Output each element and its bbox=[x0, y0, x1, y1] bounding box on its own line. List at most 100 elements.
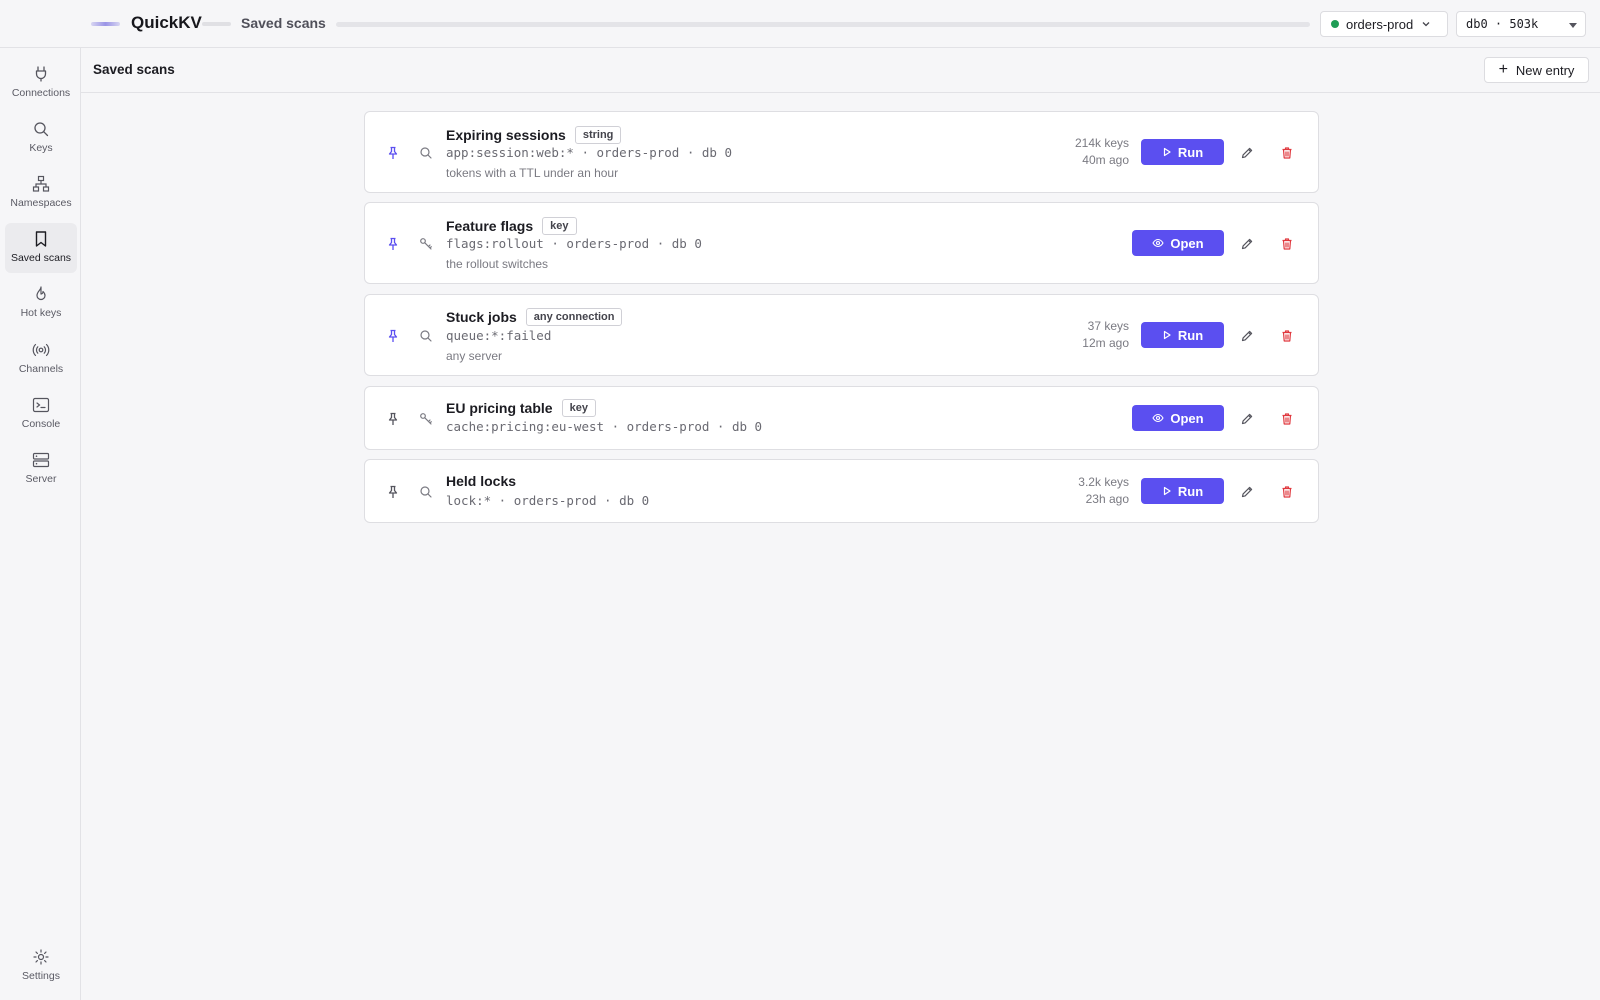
top-bar: QuickKV Saved scans orders-prod db0 · 50… bbox=[0, 0, 1600, 48]
saved-scan-card[interactable]: Stuck jobs any connection queue:*:failed… bbox=[364, 294, 1319, 376]
scan-title-row: Stuck jobs any connection bbox=[446, 308, 623, 326]
sidebar-item-label: Namespaces bbox=[10, 197, 72, 209]
scan-title: Feature flags bbox=[446, 218, 534, 234]
sidebar-item-label: Server bbox=[25, 473, 57, 485]
key-icon bbox=[420, 413, 432, 425]
top-progress-track bbox=[336, 22, 1310, 27]
type-badge: key bbox=[561, 399, 596, 417]
last-run: 40m ago bbox=[1082, 153, 1129, 167]
run-button[interactable]: Run bbox=[1141, 322, 1224, 348]
trash-icon[interactable] bbox=[1280, 485, 1294, 499]
saved-scan-card[interactable]: Expiring sessions string app:session:web… bbox=[364, 111, 1319, 193]
scan-stats: 214k keys 40m ago bbox=[1075, 135, 1129, 169]
play-icon bbox=[1163, 147, 1171, 157]
open-button[interactable]: Open bbox=[1132, 230, 1224, 256]
bookmark-icon bbox=[35, 231, 47, 247]
scan-title: Stuck jobs bbox=[446, 309, 517, 325]
sidebar-item-label: Channels bbox=[18, 363, 64, 375]
scan-note: any server bbox=[446, 349, 503, 363]
new-entry-button[interactable]: + New entry bbox=[1484, 57, 1589, 83]
scan-pattern: app:session:web:* · orders-prod · db 0 bbox=[446, 145, 732, 160]
plus-icon: + bbox=[1498, 61, 1508, 78]
connection-badge: any connection bbox=[525, 308, 623, 326]
trash-icon[interactable] bbox=[1280, 146, 1294, 160]
gear-icon bbox=[33, 949, 49, 965]
run-label: Run bbox=[1177, 144, 1204, 160]
run-label: Run bbox=[1177, 483, 1204, 499]
search-icon bbox=[420, 147, 432, 159]
sidebar: Connections Keys Namespaces Saved scans … bbox=[0, 48, 81, 1000]
pencil-icon[interactable] bbox=[1240, 412, 1254, 426]
sidebar-item-settings[interactable]: Settings bbox=[5, 948, 77, 988]
chevron-down-icon bbox=[1422, 22, 1430, 27]
search-icon bbox=[34, 122, 49, 137]
database-selector[interactable]: db0 · 503k bbox=[1456, 11, 1586, 37]
breadcrumb-separator bbox=[202, 22, 231, 26]
sidebar-item-channels[interactable]: Channels bbox=[5, 334, 77, 384]
scan-title-row: Held locks bbox=[446, 473, 516, 489]
saved-scan-card[interactable]: Feature flags key flags:rollout · orders… bbox=[364, 202, 1319, 284]
connection-status-dot bbox=[1331, 20, 1339, 28]
connection-name: orders-prod bbox=[1346, 16, 1414, 32]
sidebar-item-label: Keys bbox=[29, 142, 53, 154]
scan-title: EU pricing table bbox=[446, 400, 553, 416]
sidebar-item-console[interactable]: Console bbox=[5, 389, 77, 439]
scan-title: Expiring sessions bbox=[446, 127, 566, 143]
pin-icon[interactable] bbox=[386, 237, 400, 251]
play-icon bbox=[1163, 486, 1171, 496]
brand-accent-bar bbox=[91, 22, 120, 26]
server-icon bbox=[32, 452, 50, 468]
pin-icon[interactable] bbox=[386, 485, 400, 499]
connection-selector[interactable]: orders-prod bbox=[1320, 11, 1448, 37]
sidebar-item-server[interactable]: Server bbox=[5, 444, 77, 494]
pencil-icon[interactable] bbox=[1240, 237, 1254, 251]
run-button[interactable]: Run bbox=[1141, 139, 1224, 165]
scan-title-row: EU pricing table key bbox=[446, 399, 596, 417]
sidebar-item-saved-scans[interactable]: Saved scans bbox=[5, 223, 77, 273]
sidebar-item-namespaces[interactable]: Namespaces bbox=[5, 168, 77, 218]
page-header: Saved scans + New entry bbox=[81, 48, 1600, 93]
sidebar-item-label: Saved scans bbox=[10, 252, 72, 264]
key-count: 3.2k keys bbox=[1078, 475, 1129, 489]
terminal-icon bbox=[32, 397, 50, 413]
sidebar-item-label: Hot keys bbox=[20, 307, 62, 319]
hierarchy-icon bbox=[32, 175, 50, 192]
run-label: Run bbox=[1177, 327, 1204, 343]
scan-stats: 3.2k keys 23h ago bbox=[1078, 474, 1129, 508]
search-icon bbox=[420, 486, 432, 498]
trash-icon[interactable] bbox=[1280, 237, 1294, 251]
open-button[interactable]: Open bbox=[1132, 405, 1224, 431]
sidebar-item-keys[interactable]: Keys bbox=[5, 113, 77, 163]
type-badge: string bbox=[574, 126, 622, 144]
database-label: db0 · 503k bbox=[1466, 17, 1539, 31]
sidebar-item-connections[interactable]: Connections bbox=[5, 58, 77, 108]
pin-icon[interactable] bbox=[386, 329, 400, 343]
new-entry-label: New entry bbox=[1515, 62, 1575, 78]
scan-stats: 37 keys 12m ago bbox=[1082, 318, 1129, 352]
pencil-icon[interactable] bbox=[1240, 146, 1254, 160]
key-count: 214k keys bbox=[1074, 136, 1129, 150]
pin-icon[interactable] bbox=[386, 146, 400, 160]
breadcrumb[interactable]: Saved scans bbox=[241, 15, 326, 31]
saved-scan-card[interactable]: Held locks lock:* · orders-prod · db 0 3… bbox=[364, 459, 1319, 523]
scan-pattern: lock:* · orders-prod · db 0 bbox=[446, 493, 650, 508]
settings-label: Settings bbox=[22, 970, 60, 982]
pin-icon[interactable] bbox=[386, 412, 400, 426]
key-count: 37 keys bbox=[1087, 319, 1129, 333]
pencil-icon[interactable] bbox=[1240, 329, 1254, 343]
last-run: 12m ago bbox=[1082, 336, 1129, 350]
scan-title-row: Expiring sessions string bbox=[446, 126, 622, 144]
trash-icon[interactable] bbox=[1280, 329, 1294, 343]
broadcast-icon bbox=[32, 343, 50, 357]
saved-scan-card[interactable]: EU pricing table key cache:pricing:eu-we… bbox=[364, 386, 1319, 450]
scan-note: tokens with a TTL under an hour bbox=[446, 166, 619, 180]
pencil-icon[interactable] bbox=[1240, 485, 1254, 499]
sidebar-item-hot-keys[interactable]: Hot keys bbox=[5, 278, 77, 328]
trash-icon[interactable] bbox=[1280, 412, 1294, 426]
run-button[interactable]: Run bbox=[1141, 478, 1224, 504]
scan-title-row: Feature flags key bbox=[446, 217, 577, 235]
scan-pattern: queue:*:failed bbox=[446, 328, 552, 343]
page-title: Saved scans bbox=[93, 62, 175, 77]
scan-note: the rollout switches bbox=[446, 257, 549, 271]
open-label: Open bbox=[1170, 410, 1204, 426]
